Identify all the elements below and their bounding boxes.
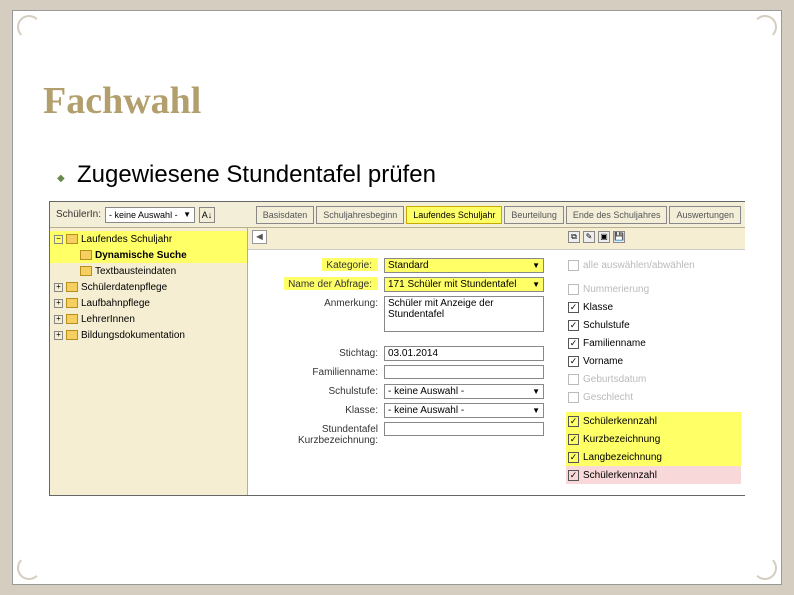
check-schuelerkennzahl2[interactable]: ✓Schülerkennzahl xyxy=(566,466,741,484)
schulstufe-select[interactable]: - keine Auswahl -▼ xyxy=(384,384,544,399)
tab-schuljahresbeginn[interactable]: Schuljahresbeginn xyxy=(316,206,404,224)
folder-icon xyxy=(66,234,78,244)
folder-icon xyxy=(66,314,78,324)
familienname-label: Familienname: xyxy=(248,365,384,378)
schueler-label: SchülerIn: xyxy=(56,209,101,220)
bullet-icon: ◆ xyxy=(57,173,65,184)
abfrage-label: Name der Abfrage: xyxy=(284,277,378,290)
expand-icon[interactable]: + xyxy=(54,331,63,340)
stichtag-input[interactable]: 03.01.2014 xyxy=(384,346,544,361)
chevron-down-icon: ▼ xyxy=(532,261,540,270)
check-kurzbezeichnung[interactable]: ✓Kurzbezeichnung xyxy=(566,430,741,448)
tree-laufendes-schuljahr[interactable]: −Laufendes Schuljahr xyxy=(50,231,247,247)
anmerkung-label: Anmerkung: xyxy=(248,296,384,309)
schueler-value: - keine Auswahl - xyxy=(109,210,178,220)
tab-ende-schuljahr[interactable]: Ende des Schuljahres xyxy=(566,206,668,224)
stichtag-label: Stichtag: xyxy=(248,346,384,359)
slide-title: Fachwahl xyxy=(43,79,201,123)
check-alle[interactable]: alle auswählen/abwählen xyxy=(568,256,741,274)
kurz-label: Stundentafel Kurzbezeichnung: xyxy=(248,422,384,446)
check-langbezeichnung[interactable]: ✓Langbezeichnung xyxy=(566,448,741,466)
app-window: SchülerIn: - keine Auswahl - ▼ A↓ Basisd… xyxy=(49,201,745,496)
slide-subtitle: Zugewiesene Stundentafel prüfen xyxy=(77,161,436,189)
copy-icon[interactable]: ⧉ xyxy=(568,231,580,243)
tree-laufbahn[interactable]: +Laufbahnpflege xyxy=(50,295,247,311)
kurz-input[interactable] xyxy=(384,422,544,436)
check-nummerierung[interactable]: Nummerierung xyxy=(568,280,741,298)
sidebar: −Laufendes Schuljahr Dynamische Suche Te… xyxy=(50,228,248,495)
tree-schuelerdaten[interactable]: +Schülerdatenpflege xyxy=(50,279,247,295)
chevron-down-icon: ▼ xyxy=(532,387,540,396)
folder-icon xyxy=(66,298,78,308)
form-panel: ◄ Kategorie: Standard▼ Name der Abfrage: 1… xyxy=(248,228,564,495)
schueler-dropdown[interactable]: - keine Auswahl - ▼ xyxy=(105,207,195,223)
check-klasse[interactable]: ✓Klasse xyxy=(568,298,741,316)
check-schuelerkennzahl[interactable]: ✓Schülerkennzahl xyxy=(566,412,741,430)
familienname-input[interactable] xyxy=(384,365,544,379)
check-vorname[interactable]: ✓Vorname xyxy=(568,352,741,370)
tree-bildung[interactable]: +Bildungsdokumentation xyxy=(50,327,247,343)
form-header: ◄ xyxy=(248,228,564,250)
checklist-panel: ⧉ ✎ ▣ 💾 alle auswählen/abwählen Nummerie… xyxy=(564,228,745,495)
kategorie-label: Kategorie: xyxy=(322,258,378,271)
expand-icon[interactable]: + xyxy=(54,299,63,308)
anmerkung-textarea[interactable]: Schüler mit Anzeige der Stundentafel xyxy=(384,296,544,332)
expand-icon[interactable]: + xyxy=(54,283,63,292)
sort-button[interactable]: A↓ xyxy=(199,207,215,223)
check-geschlecht[interactable]: Geschlecht xyxy=(568,388,741,406)
check-geburtsdatum[interactable]: Geburtsdatum xyxy=(568,370,741,388)
tab-auswertungen[interactable]: Auswertungen xyxy=(669,206,741,224)
save-icon[interactable]: 💾 xyxy=(613,231,625,243)
abfrage-select[interactable]: 171 Schüler mit Stundentafel▼ xyxy=(384,277,544,292)
nav-prev-icon[interactable]: ◄ xyxy=(252,230,267,244)
folder-icon xyxy=(66,330,78,340)
klasse-label: Klasse: xyxy=(248,403,384,416)
check-familienname[interactable]: ✓Familienname xyxy=(568,334,741,352)
folder-icon xyxy=(80,266,92,276)
chevron-down-icon: ▼ xyxy=(532,406,540,415)
kategorie-select[interactable]: Standard▼ xyxy=(384,258,544,273)
klasse-select[interactable]: - keine Auswahl -▼ xyxy=(384,403,544,418)
tab-basisdaten[interactable]: Basisdaten xyxy=(256,206,315,224)
folder-icon xyxy=(80,250,92,260)
tab-beurteilung[interactable]: Beurteilung xyxy=(504,206,564,224)
tab-laufendes-schuljahr[interactable]: Laufendes Schuljahr xyxy=(406,206,502,224)
expand-icon[interactable]: + xyxy=(54,315,63,324)
chevron-down-icon: ▼ xyxy=(532,280,540,289)
tree-textbaustein[interactable]: Textbausteindaten xyxy=(50,263,247,279)
tree-dynamische-suche[interactable]: Dynamische Suche xyxy=(50,247,247,263)
tree-lehrer[interactable]: +LehrerInnen xyxy=(50,311,247,327)
collapse-icon[interactable]: − xyxy=(54,235,63,244)
paste-icon[interactable]: ✎ xyxy=(583,231,595,243)
checklist-header: ⧉ ✎ ▣ 💾 xyxy=(564,228,745,250)
folder-icon xyxy=(66,282,78,292)
schulstufe-label: Schulstufe: xyxy=(248,384,384,397)
action-icon[interactable]: ▣ xyxy=(598,231,610,243)
topbar: SchülerIn: - keine Auswahl - ▼ A↓ Basisd… xyxy=(50,202,745,228)
check-schulstufe[interactable]: ✓Schulstufe xyxy=(568,316,741,334)
chevron-down-icon: ▼ xyxy=(183,210,191,219)
